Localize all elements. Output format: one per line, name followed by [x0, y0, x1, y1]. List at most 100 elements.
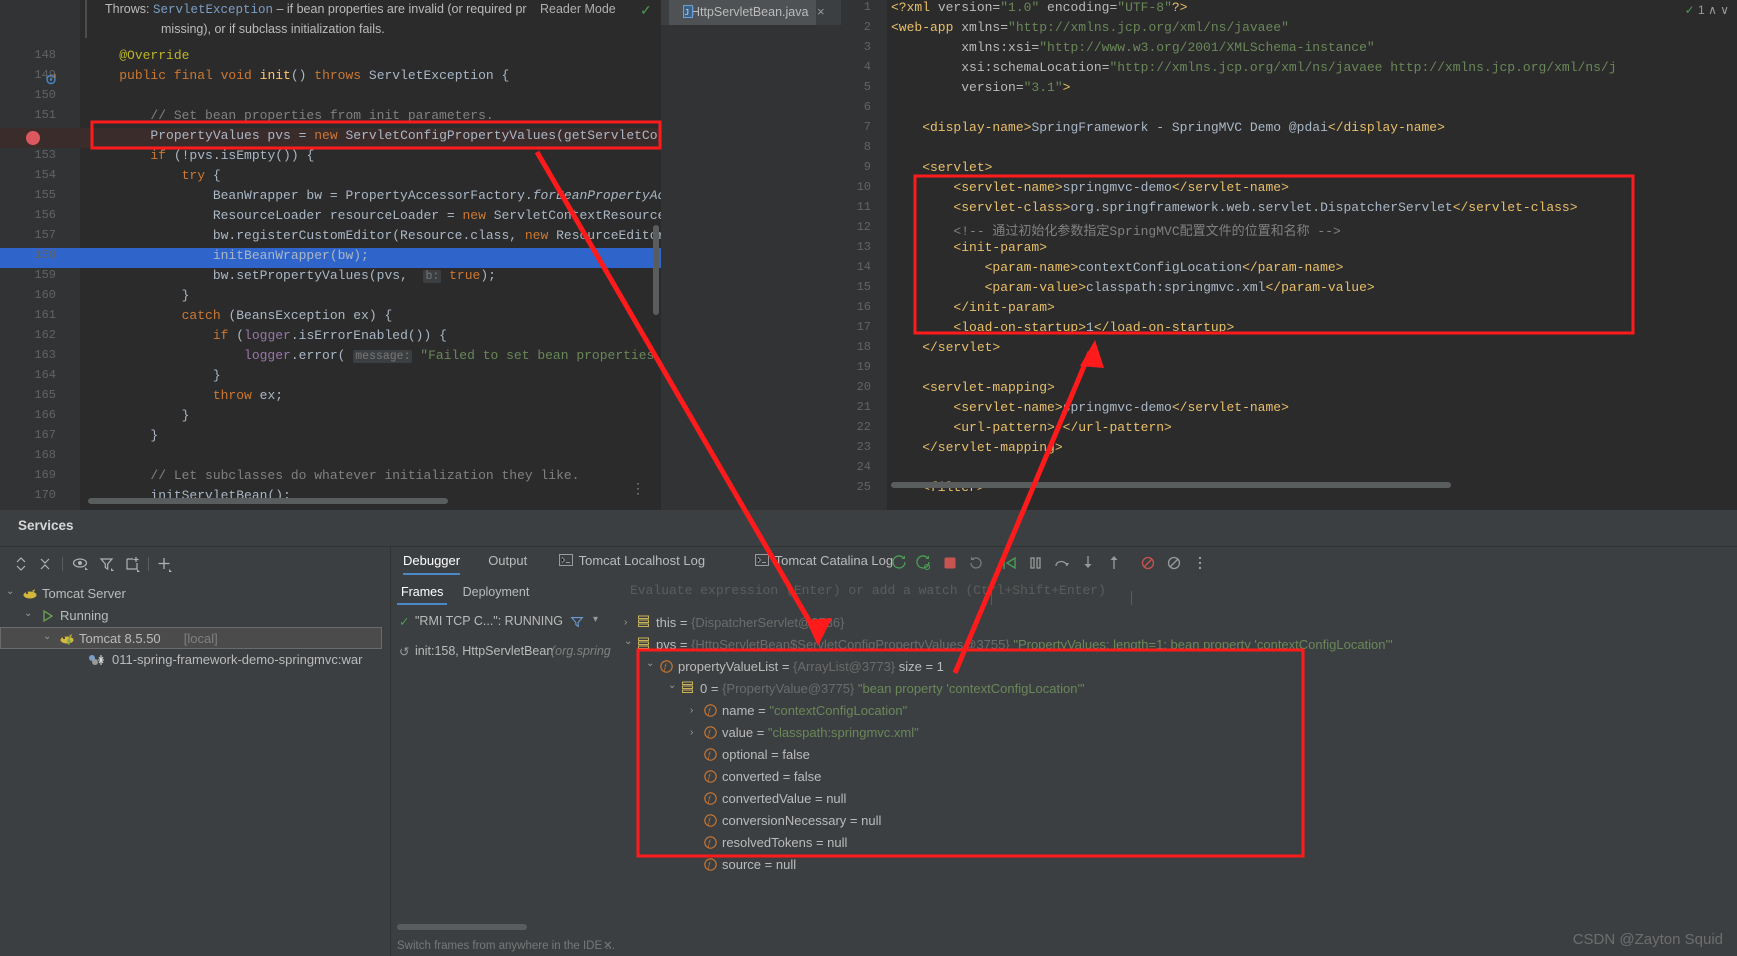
frames-filter-icon[interactable]: [569, 614, 585, 633]
step-over-icon[interactable]: [1053, 554, 1071, 572]
xml-code-line[interactable]: <servlet>: [891, 160, 992, 175]
frames-list[interactable]: ✓ "RMI TCP C...": RUNNING ▾ ↺ init:158, …: [391, 606, 623, 956]
chevron-down-icon[interactable]: ▾: [593, 614, 598, 625]
chevron-right-icon[interactable]: ›: [690, 722, 693, 744]
tab-close-icon[interactable]: ×: [817, 4, 825, 19]
step-out-icon[interactable]: [1105, 554, 1123, 572]
java-editor[interactable]: Throws: ServletException – if bean prope…: [0, 0, 661, 510]
xml-code-line[interactable]: <param-value>classpath:springmvc.xml</pa…: [891, 280, 1375, 295]
xml-code-lines[interactable]: 1 <?xml version="1.0" encoding="UTF-8"?> 2…: [841, 0, 1617, 510]
code-line[interactable]: if (!pvs.isEmpty()) {: [88, 148, 314, 163]
tab-debugger[interactable]: Debugger: [403, 553, 461, 575]
xml-code-line[interactable]: <load-on-startup>1</load-on-startup>: [891, 320, 1234, 335]
chevron-down-icon[interactable]: ⌄: [624, 631, 632, 653]
code-line[interactable]: catch (BeansException ex) {: [88, 308, 393, 323]
editor-more-options-icon[interactable]: ⋮: [631, 481, 645, 495]
xml-code-line[interactable]: version="3.1">: [891, 80, 1070, 95]
more-options-icon[interactable]: [1191, 554, 1209, 572]
xml-code-line[interactable]: <servlet-name>springmvc-demo</servlet-na…: [891, 400, 1288, 415]
tab-tomcat-localhost-log[interactable]: Tomcat Localhost Log: [558, 553, 705, 568]
variables-pane[interactable]: Evaluate expression (Enter) or add a wat…: [624, 580, 1737, 956]
expand-collapse-icon[interactable]: [12, 555, 30, 573]
code-line[interactable]: initBeanWrapper(bw);: [88, 248, 369, 263]
evaluate-expression-bar[interactable]: Evaluate expression (Enter) or add a wat…: [624, 580, 1737, 605]
xml-editor[interactable]: 1 <?xml version="1.0" encoding="UTF-8"?> 2…: [841, 0, 1737, 510]
xml-code-line[interactable]: <init-param>: [891, 240, 1047, 255]
code-line[interactable]: logger.error( message: "Failed to set be…: [88, 348, 661, 363]
xml-code-line[interactable]: <url-pattern>/</url-pattern>: [891, 420, 1171, 435]
code-line[interactable]: try {: [88, 168, 221, 183]
java-code-lines[interactable]: 148 @Override 149 public final void init(…: [0, 0, 661, 510]
chevron-down-icon[interactable]: ⌄: [43, 626, 51, 648]
tab-httpservletbean-java[interactable]: J HttpServletBean.java: [669, 0, 817, 25]
xml-code-line[interactable]: <display-name>SpringFramework - SpringMV…: [891, 120, 1445, 135]
tab-frames[interactable]: Frames: [396, 585, 448, 605]
mute-breakpoints-icon[interactable]: [1139, 554, 1157, 572]
filter-icon[interactable]: [98, 555, 116, 573]
chevron-down-icon[interactable]: ⌄: [646, 653, 654, 675]
thread-row[interactable]: ✓ "RMI TCP C...": RUNNING ▾: [391, 614, 623, 636]
rerun-icon[interactable]: [891, 554, 909, 572]
xml-horizontal-scrollbar[interactable]: [891, 482, 1451, 488]
code-line[interactable]: if (logger.isErrorEnabled()) {: [88, 328, 447, 343]
editor-status-icons[interactable]: ✓ 1 ∧ ∨: [1685, 3, 1729, 17]
eye-icon[interactable]: [72, 555, 90, 573]
java-vertical-scrollbar[interactable]: [653, 225, 659, 315]
xml-code-line[interactable]: </init-param>: [891, 300, 1054, 315]
rerun-debug-icon[interactable]: [915, 554, 933, 572]
plus-icon[interactable]: [156, 555, 174, 573]
code-line[interactable]: BeanWrapper bw = PropertyAccessorFactory…: [88, 188, 661, 203]
code-line[interactable]: bw.setPropertyValues(pvs, b: true);: [88, 268, 496, 283]
code-line[interactable]: @Override: [88, 48, 189, 63]
code-line[interactable]: bw.registerCustomEditor(Resource.class, …: [88, 228, 661, 243]
add-configuration-icon[interactable]: [124, 555, 142, 573]
tab-deployment[interactable]: Deployment: [463, 585, 530, 599]
code-line[interactable]: // Set bean properties from init paramet…: [88, 108, 493, 123]
xml-code-line[interactable]: <servlet-name>springmvc-demo</servlet-na…: [891, 180, 1288, 195]
java-horizontal-scrollbar[interactable]: [88, 498, 448, 504]
prev-problem-icon[interactable]: ∧: [1708, 3, 1717, 17]
code-line[interactable]: // Let subclasses do whatever initializa…: [88, 468, 579, 483]
sidebar-item-tomcat-server[interactable]: ⌄ Tomcat Server: [0, 583, 382, 605]
code-line[interactable]: PropertyValues pvs = new ServletConfigPr…: [88, 128, 661, 143]
next-problem-icon[interactable]: ∨: [1720, 3, 1729, 17]
sidebar-item-tomcat-8-5-50[interactable]: ⌄ Tomcat 8.5.50 [local]: [0, 627, 382, 649]
implementing-method-gutter-icon[interactable]: [46, 72, 58, 85]
code-line[interactable]: }: [88, 288, 190, 303]
stack-frame-row[interactable]: ↺ init:158, HttpServletBean (org.spring: [391, 644, 623, 666]
chevron-right-icon[interactable]: ›: [690, 700, 693, 722]
sidebar-item-011-spring-framework-demo-springmvc-war[interactable]: 011-spring-framework-demo-springmvc:war: [0, 649, 382, 671]
stop-icon[interactable]: [941, 554, 959, 572]
xml-code-line[interactable]: </servlet-mapping>: [891, 440, 1062, 455]
xml-code-line[interactable]: <?xml version="1.0" encoding="UTF-8"?>: [891, 0, 1187, 15]
xml-code-line[interactable]: <servlet-class>org.springframework.web.s…: [891, 200, 1577, 215]
services-tree[interactable]: ⌄ Tomcat Server ⌄ Running ⌄ Tomcat 8.5.50 [loc…: [0, 583, 390, 956]
pause-program-icon[interactable]: [1027, 554, 1045, 572]
sidebar-item-running[interactable]: ⌄ Running: [0, 605, 382, 627]
chevron-down-icon[interactable]: ⌄: [24, 603, 32, 625]
code-line[interactable]: }: [88, 408, 190, 423]
frames-hint-close-icon[interactable]: ✕: [603, 938, 613, 952]
resume-program-icon[interactable]: [1001, 554, 1019, 572]
restart-icon[interactable]: [967, 554, 985, 572]
code-line[interactable]: public final void init() throws ServletE…: [88, 68, 509, 83]
code-line[interactable]: }: [88, 428, 158, 443]
code-line[interactable]: throw ex;: [88, 388, 283, 403]
xml-code-line[interactable]: </servlet>: [891, 340, 1000, 355]
chevron-down-icon[interactable]: ⌄: [6, 581, 14, 603]
chevron-down-icon[interactable]: ⌄: [668, 675, 676, 697]
tab-tomcat-catalina-log[interactable]: Tomcat Catalina Log: [754, 553, 893, 568]
breakpoint-icon[interactable]: [26, 131, 40, 145]
xml-code-line[interactable]: <!-- 通过初始化参数指定SpringMVC配置文件的位置和名称 -->: [891, 220, 1340, 239]
xml-code-line[interactable]: xsi:schemaLocation="http://xmlns.jcp.org…: [891, 60, 1616, 75]
xml-code-line[interactable]: xmlns:xsi="http://www.w3.org/2001/XMLSch…: [891, 40, 1375, 55]
frames-tab-bar[interactable]: Frames Deployment: [391, 580, 623, 606]
step-into-icon[interactable]: [1079, 554, 1097, 572]
tab-output[interactable]: Output: [488, 553, 527, 568]
view-breakpoints-icon[interactable]: [1165, 554, 1183, 572]
code-line[interactable]: ResourceLoader resourceLoader = new Serv…: [88, 208, 661, 223]
frames-horizontal-scrollbar[interactable]: [397, 924, 527, 930]
code-line[interactable]: }: [88, 368, 221, 383]
collapse-all-icon[interactable]: [36, 555, 54, 573]
xml-code-line[interactable]: <servlet-mapping>: [891, 380, 1055, 395]
